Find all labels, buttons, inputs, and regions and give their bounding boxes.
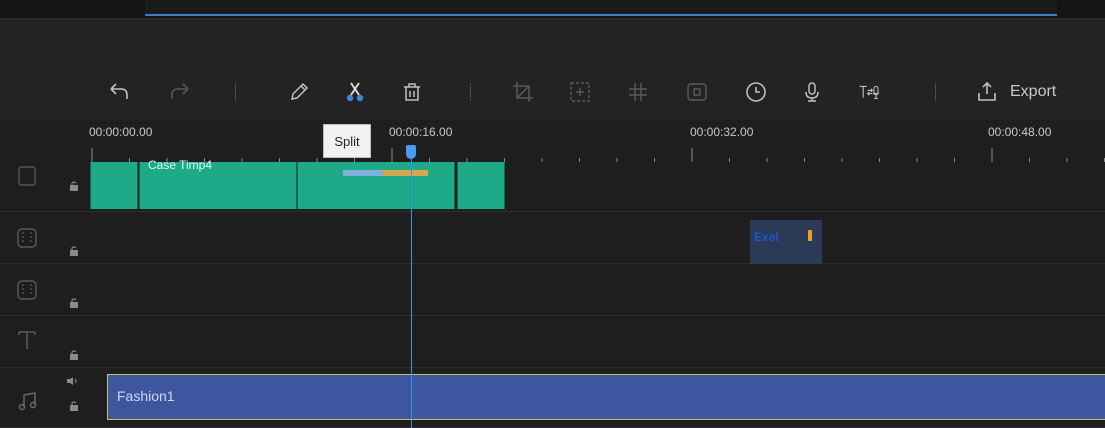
export-label[interactable]: Export <box>1010 83 1056 101</box>
toolbar-separator <box>235 83 236 101</box>
screenshot-icon <box>687 83 707 101</box>
undo-button[interactable] <box>104 77 134 107</box>
title-accent <box>808 230 812 241</box>
transition-marker <box>383 170 428 176</box>
toolbar-separator <box>470 83 471 101</box>
lock-icon[interactable] <box>68 180 80 192</box>
scissors-icon <box>346 82 364 102</box>
video-clip[interactable]: Case Timp4 <box>139 158 297 209</box>
crop-icon <box>513 82 533 102</box>
delete-button[interactable] <box>397 77 427 107</box>
redo-button[interactable] <box>165 77 195 107</box>
pip-track <box>0 265 1105 316</box>
split-tooltip: Split <box>323 124 371 158</box>
title-clip[interactable]: Exel <box>750 220 822 264</box>
video-clip[interactable] <box>457 162 505 209</box>
ruler-label: 00:00:16.00 <box>389 125 453 139</box>
zoom-icon <box>570 82 590 102</box>
video-track: Case Timp4 <box>0 158 1105 212</box>
text-to-speech-icon <box>859 85 880 99</box>
title-clip-text: Exel <box>754 230 779 244</box>
preview-window <box>145 0 1057 16</box>
mosaic-icon <box>629 83 647 101</box>
audio-clip-label: Fashion1 <box>117 388 175 404</box>
lock-icon[interactable] <box>68 400 80 412</box>
trash-icon <box>404 83 420 101</box>
export-button[interactable] <box>972 77 1002 107</box>
text-to-speech-button[interactable] <box>855 77 885 107</box>
speed-button[interactable] <box>741 77 771 107</box>
video-clip[interactable] <box>297 162 455 209</box>
transition-marker <box>343 170 383 176</box>
undo-icon <box>110 83 128 99</box>
crop-button[interactable] <box>508 77 538 107</box>
pip-track: Exel <box>0 213 1105 264</box>
text-track-icon <box>18 331 36 349</box>
ruler-label: 00:00:32.00 <box>690 125 754 139</box>
clock-icon <box>746 82 766 102</box>
toolbar-separator <box>935 83 936 101</box>
video-clip[interactable] <box>90 162 138 209</box>
redo-icon <box>171 83 189 99</box>
split-button[interactable] <box>340 77 370 107</box>
edit-button[interactable] <box>284 77 314 107</box>
record-voice-button[interactable] <box>797 77 827 107</box>
zoom-button[interactable] <box>565 77 595 107</box>
export-icon <box>978 81 996 101</box>
lock-icon[interactable] <box>68 245 80 257</box>
audio-clip[interactable]: Fashion1 <box>107 374 1105 420</box>
text-track <box>0 317 1105 368</box>
music-note-icon <box>18 392 37 411</box>
lock-icon[interactable] <box>68 349 80 361</box>
ruler-label: 00:00:48.00 <box>988 125 1052 139</box>
edit-toolbar: Export <box>0 20 1105 120</box>
mosaic-button[interactable] <box>623 77 653 107</box>
lock-icon[interactable] <box>68 297 80 309</box>
volume-icon[interactable] <box>66 376 78 386</box>
video-track-icon <box>18 166 36 186</box>
snapshot-button[interactable] <box>682 77 712 107</box>
audio-track: Fashion1 <box>0 368 1105 428</box>
playhead-handle[interactable] <box>406 145 416 159</box>
pip-track-icon <box>17 280 37 300</box>
playhead-line <box>411 155 412 428</box>
clip-label: Case Timp4 <box>148 158 213 172</box>
pip-track-icon <box>17 228 37 248</box>
mic-icon <box>805 82 819 102</box>
ruler-label: 00:00:00.00 <box>89 125 153 139</box>
pencil-icon <box>291 82 309 100</box>
